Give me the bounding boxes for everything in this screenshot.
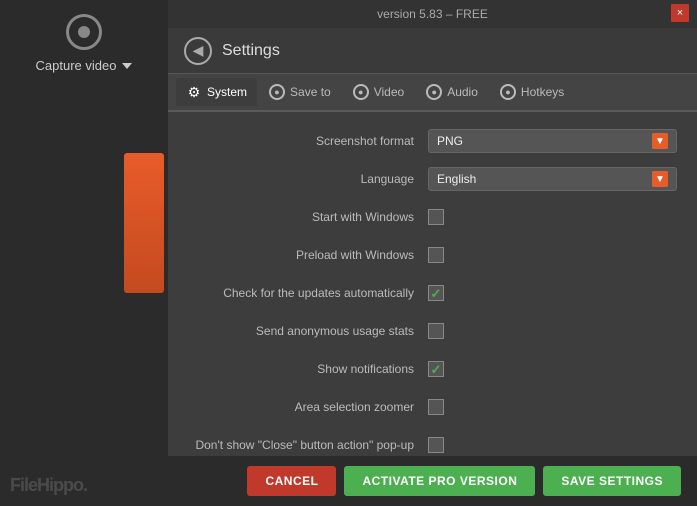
- back-icon: ◀: [193, 42, 204, 59]
- tab-save-to[interactable]: ● Save to: [259, 78, 341, 106]
- preload-windows-row: Preload with Windows: [188, 242, 677, 268]
- cancel-button[interactable]: CANCEL: [247, 466, 336, 496]
- screenshot-format-row: Screenshot format PNG ▼: [188, 128, 677, 154]
- watermark-text: FileHippo.: [10, 475, 87, 496]
- screenshot-format-select[interactable]: PNG ▼: [428, 129, 677, 153]
- preload-windows-control: [428, 247, 677, 263]
- preload-windows-checkbox[interactable]: [428, 247, 444, 263]
- chevron-down-icon: [122, 63, 132, 69]
- tab-hotkeys-label: Hotkeys: [521, 85, 564, 99]
- updates-control: ✓: [428, 285, 677, 301]
- settings-header: ◀ Settings: [168, 28, 697, 74]
- tab-video[interactable]: ● Video: [343, 78, 414, 106]
- tab-audio-label: Audio: [447, 85, 478, 99]
- notifications-label: Show notifications: [188, 362, 428, 376]
- language-arrow: ▼: [652, 171, 668, 187]
- app-logo: [66, 14, 102, 50]
- tab-video-label: Video: [374, 85, 404, 99]
- usage-stats-control: [428, 323, 677, 339]
- close-popup-row: Don't show "Close" button action" pop-up: [188, 432, 677, 456]
- area-zoom-label: Area selection zoomer: [188, 400, 428, 414]
- close-popup-label: Don't show "Close" button action" pop-up: [188, 438, 428, 452]
- system-icon: ⚙: [186, 84, 202, 100]
- close-button[interactable]: ×: [671, 4, 689, 22]
- notifications-checkmark-icon: ✓: [431, 363, 442, 376]
- activate-pro-button[interactable]: ACTIVATE PRO VERSION: [344, 466, 535, 496]
- save-to-icon: ●: [269, 84, 285, 100]
- main-panel: version 5.83 – FREE × ◀ Settings ⚙ Syste…: [168, 0, 697, 506]
- sidebar-preview-block: [124, 153, 164, 293]
- hotkeys-icon: ●: [500, 84, 516, 100]
- start-windows-row: Start with Windows: [188, 204, 677, 230]
- sidebar: Capture video FileHippo.: [0, 0, 168, 506]
- close-popup-checkbox[interactable]: [428, 437, 444, 453]
- screenshot-format-value: PNG: [437, 134, 463, 148]
- version-text: version 5.83 – FREE: [377, 7, 488, 21]
- close-popup-control: [428, 437, 677, 453]
- title-bar: version 5.83 – FREE ×: [168, 0, 697, 28]
- start-windows-checkbox[interactable]: [428, 209, 444, 225]
- tab-save-to-label: Save to: [290, 85, 331, 99]
- language-label: Language: [188, 172, 428, 186]
- video-icon: ●: [353, 84, 369, 100]
- area-zoom-checkbox[interactable]: [428, 399, 444, 415]
- tab-hotkeys[interactable]: ● Hotkeys: [490, 78, 574, 106]
- usage-stats-checkbox[interactable]: [428, 323, 444, 339]
- start-windows-control: [428, 209, 677, 225]
- area-zoom-row: Area selection zoomer: [188, 394, 677, 420]
- notifications-control: ✓: [428, 361, 677, 377]
- settings-content: Screenshot format PNG ▼ Language English…: [168, 112, 697, 456]
- updates-checkbox[interactable]: ✓: [428, 285, 444, 301]
- updates-row: Check for the updates automatically ✓: [188, 280, 677, 306]
- close-icon: ×: [677, 7, 683, 19]
- notifications-checkbox[interactable]: ✓: [428, 361, 444, 377]
- language-control: English ▼: [428, 167, 677, 191]
- language-value: English: [437, 172, 476, 186]
- back-button[interactable]: ◀: [184, 37, 212, 65]
- tab-system[interactable]: ⚙ System: [176, 78, 257, 106]
- usage-stats-label: Send anonymous usage stats: [188, 324, 428, 338]
- screenshot-format-arrow: ▼: [652, 133, 668, 149]
- usage-stats-row: Send anonymous usage stats: [188, 318, 677, 344]
- start-windows-label: Start with Windows: [188, 210, 428, 224]
- area-zoom-control: [428, 399, 677, 415]
- tabs-bar: ⚙ System ● Save to ● Video ● Audio ● Hot…: [168, 74, 697, 112]
- language-row: Language English ▼: [188, 166, 677, 192]
- notifications-row: Show notifications ✓: [188, 356, 677, 382]
- language-select[interactable]: English ▼: [428, 167, 677, 191]
- tab-audio[interactable]: ● Audio: [416, 78, 488, 106]
- screenshot-format-control: PNG ▼: [428, 129, 677, 153]
- save-settings-button[interactable]: SAVE SETTINGS: [543, 466, 681, 496]
- capture-video-button[interactable]: Capture video: [36, 58, 133, 73]
- bottom-bar: CANCEL ACTIVATE PRO VERSION SAVE SETTING…: [168, 456, 697, 506]
- preload-windows-label: Preload with Windows: [188, 248, 428, 262]
- tab-system-label: System: [207, 85, 247, 99]
- updates-label: Check for the updates automatically: [188, 286, 428, 300]
- screenshot-format-label: Screenshot format: [188, 134, 428, 148]
- checkmark-icon: ✓: [431, 287, 442, 300]
- settings-title: Settings: [222, 42, 280, 60]
- audio-icon: ●: [426, 84, 442, 100]
- capture-label: Capture video: [36, 58, 117, 73]
